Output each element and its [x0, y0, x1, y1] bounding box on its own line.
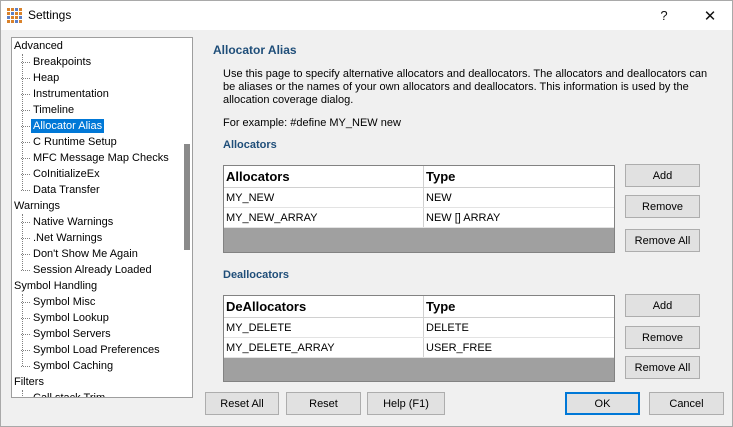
table-row[interactable]: MY_NEW_ARRAY NEW [] ARRAY: [224, 208, 614, 228]
allocators-heading: Allocators: [223, 139, 277, 151]
tree-item[interactable]: Symbol Load Preferences: [21, 342, 160, 358]
tree-item[interactable]: Call stack Trim: [33, 390, 106, 398]
tree-item-label: MFC Message Map Checks: [33, 152, 169, 164]
tree-item[interactable]: Allocator Alias: [20, 118, 105, 134]
app-grid-icon: [6, 7, 22, 23]
tree-item-label: Session Already Loaded: [33, 264, 152, 276]
allocators-grid-header: Allocators Type: [224, 166, 614, 188]
allocators-grid[interactable]: Allocators Type MY_NEW NEW MY_NEW_ARRAY …: [223, 165, 615, 253]
page-title: Allocator Alias: [213, 43, 297, 57]
tree-connector: [22, 294, 23, 366]
reset-button[interactable]: Reset: [286, 392, 361, 415]
allocator-name-cell[interactable]: MY_NEW_ARRAY: [224, 208, 424, 227]
tree-item[interactable]: MFC Message Map Checks: [21, 150, 169, 166]
tree-item-label: Breakpoints: [33, 56, 92, 68]
tree-item[interactable]: Timeline: [20, 102, 75, 118]
tree-item-label: Native Warnings: [33, 216, 114, 228]
tree-item[interactable]: Symbol Misc: [20, 294, 96, 310]
tree-item-label: Symbol Load Preferences: [33, 344, 160, 356]
tree-item-label: CoInitializeEx: [33, 168, 100, 180]
deallocators-grid-header: DeAllocators Type: [224, 296, 614, 318]
tree-item-label: Advanced: [14, 40, 63, 52]
column-header-allocators[interactable]: Allocators: [224, 166, 424, 187]
tree-item[interactable]: C Runtime Setup: [21, 134, 117, 150]
deallocators-add-button[interactable]: Add: [625, 294, 700, 317]
tree-connector: [22, 214, 23, 270]
deallocators-grid[interactable]: DeAllocators Type MY_DELETE DELETE MY_DE…: [223, 295, 615, 382]
tree-item[interactable]: Instrumentation: [21, 86, 109, 102]
tree-item-label: Allocator Alias: [31, 119, 105, 133]
settings-window: Settings ? ✕ Advanced Breakpoints Heap Inst…: [0, 0, 733, 427]
tree-scrollbar-thumb[interactable]: [184, 144, 190, 250]
tree-item[interactable]: Don't Show Me Again: [21, 246, 138, 262]
tree-item-label: Don't Show Me Again: [33, 248, 138, 260]
tree-group[interactable]: Advanced: [14, 38, 63, 54]
settings-tree[interactable]: Advanced Breakpoints Heap Instrumentation Ti…: [11, 37, 193, 398]
allocator-type-cell[interactable]: NEW [] ARRAY: [424, 208, 614, 227]
tree-item-label: Filters: [14, 376, 44, 388]
tree-item[interactable]: Symbol Caching: [20, 358, 114, 374]
deallocators-remove-all-button[interactable]: Remove All: [625, 356, 700, 379]
tree-item-label: Heap: [33, 72, 60, 84]
tree-connector: [22, 390, 23, 397]
deallocator-name-cell[interactable]: MY_DELETE_ARRAY: [224, 338, 424, 357]
tree-item[interactable]: Data Transfer: [21, 182, 100, 198]
tree-item-label: Symbol Handling: [14, 280, 98, 292]
table-row[interactable]: MY_NEW NEW: [224, 188, 614, 208]
deallocator-type-cell[interactable]: DELETE: [424, 318, 614, 337]
allocator-type-cell[interactable]: NEW: [424, 188, 614, 207]
column-header-type[interactable]: Type: [424, 166, 614, 187]
tree-item-label: Call stack Trim: [33, 392, 106, 398]
deallocator-type-cell[interactable]: USER_FREE: [424, 338, 614, 357]
page-example: For example: #define MY_NEW new: [223, 117, 401, 129]
table-row[interactable]: MY_DELETE_ARRAY USER_FREE: [224, 338, 614, 358]
tree-item[interactable]: Symbol Lookup: [21, 310, 109, 326]
help-button[interactable]: ?: [641, 1, 687, 30]
tree-item[interactable]: CoInitializeEx: [21, 166, 100, 182]
allocator-name-cell[interactable]: MY_NEW: [224, 188, 424, 207]
tree-item[interactable]: Symbol Servers: [21, 326, 111, 342]
tree-item[interactable]: Heap: [20, 70, 60, 86]
tree-item-label: Data Transfer: [33, 184, 100, 196]
close-button[interactable]: ✕: [687, 1, 733, 30]
tree-group[interactable]: Filters: [14, 374, 44, 390]
allocators-add-button[interactable]: Add: [625, 164, 700, 187]
ok-button[interactable]: OK: [565, 392, 640, 415]
tree-item-label: Timeline: [33, 104, 75, 116]
help-f1-button[interactable]: Help (F1): [367, 392, 445, 415]
deallocators-remove-button[interactable]: Remove: [625, 326, 700, 349]
page-description: Use this page to specify alternative all…: [223, 68, 708, 106]
tree-item-label: Warnings: [14, 200, 61, 212]
tree-item-label: Instrumentation: [33, 88, 109, 100]
allocators-remove-all-button[interactable]: Remove All: [625, 229, 700, 252]
tree-group[interactable]: Warnings: [14, 198, 60, 214]
tree-group[interactable]: Symbol Handling: [14, 278, 97, 294]
window-title: Settings: [28, 8, 72, 22]
allocators-remove-button[interactable]: Remove: [625, 195, 700, 218]
column-header-type[interactable]: Type: [424, 296, 614, 317]
tree-item[interactable]: Native Warnings: [20, 214, 114, 230]
table-row[interactable]: MY_DELETE DELETE: [224, 318, 614, 338]
tree-item-label: Symbol Servers: [33, 328, 111, 340]
tree-connector: [22, 54, 23, 190]
tree-item-label: Symbol Lookup: [33, 312, 109, 324]
tree-item[interactable]: .Net Warnings: [20, 230, 103, 246]
tree-item-label: Symbol Caching: [33, 360, 114, 372]
tree-item-label: .Net Warnings: [33, 232, 103, 244]
deallocators-heading: Deallocators: [223, 269, 290, 281]
column-header-deallocators[interactable]: DeAllocators: [224, 296, 424, 317]
cancel-button[interactable]: Cancel: [649, 392, 724, 415]
title-bar: Settings ? ✕: [1, 1, 732, 30]
tree-item-label: Symbol Misc: [33, 296, 96, 308]
tree-item-label: C Runtime Setup: [33, 136, 117, 148]
reset-all-button[interactable]: Reset All: [205, 392, 279, 415]
deallocator-name-cell[interactable]: MY_DELETE: [224, 318, 424, 337]
tree-item[interactable]: Breakpoints: [20, 54, 92, 70]
tree-item[interactable]: Session Already Loaded: [21, 262, 152, 278]
